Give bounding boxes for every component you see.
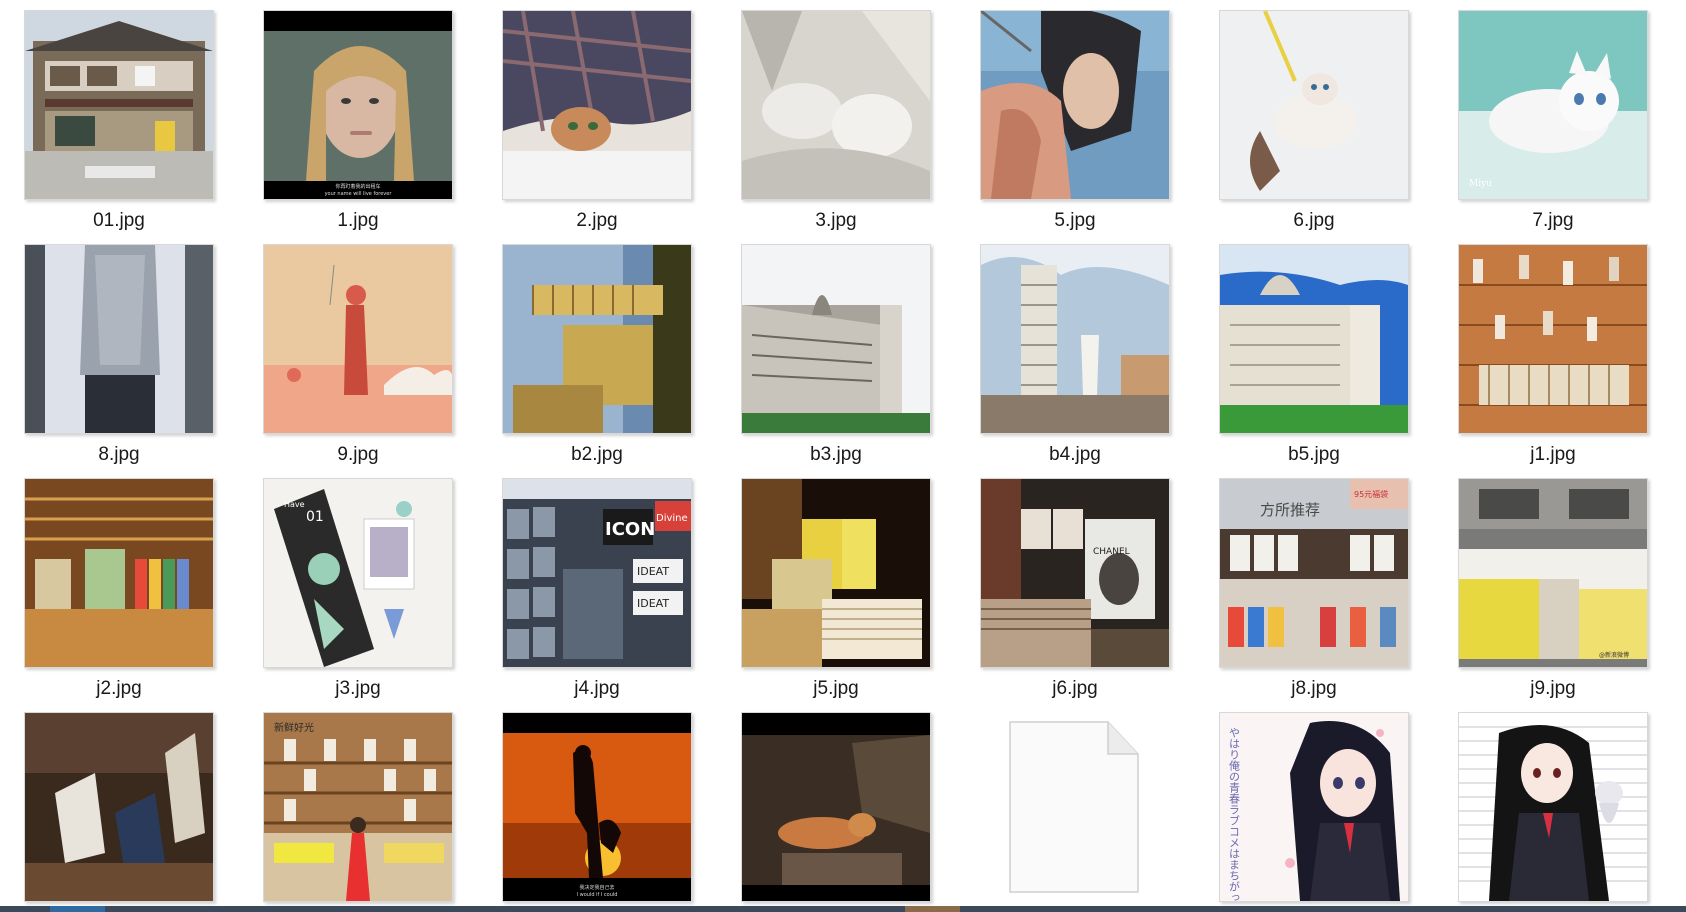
taskbar-strip	[0, 906, 1686, 912]
thumbnail	[24, 478, 214, 668]
book-title: CHANEL	[1093, 547, 1130, 557]
file-item[interactable]: j1.jpg	[1458, 244, 1648, 478]
file-item[interactable]: 新鲜好光	[263, 712, 453, 912]
file-item[interactable]: 01 Have j3.jpg	[263, 478, 453, 712]
thumbnail	[502, 10, 692, 200]
thumbnail: CHANEL	[980, 478, 1170, 668]
notebook-number: 01	[306, 509, 324, 525]
magazine-title: IDEAT	[637, 597, 669, 610]
file-name: j3.jpg	[335, 678, 381, 699]
subtitle-text: I would if I could	[577, 892, 618, 898]
thumbnail	[1458, 712, 1648, 902]
file-name: b2.jpg	[571, 444, 623, 465]
taskbar-segment	[50, 906, 105, 912]
thumbnail: Miyu	[1458, 10, 1648, 200]
file-name: j4.jpg	[574, 678, 620, 699]
thumbnail: やはり俺の青春ラブコメはまちがっている。	[1219, 712, 1409, 902]
banner-text: 方所推荐	[1260, 501, 1320, 519]
thumbnail	[24, 10, 214, 200]
file-item[interactable]: 01.jpg	[24, 10, 214, 244]
file-name: 6.jpg	[1293, 210, 1335, 231]
file-item[interactable]: b2.jpg	[502, 244, 692, 478]
file-grid: 01.jpg 你再盯着我的出租车 your name will live for…	[24, 10, 1664, 912]
thumbnail	[741, 478, 931, 668]
thumbnail	[24, 244, 214, 434]
file-item[interactable]	[24, 712, 214, 912]
thumbnail	[741, 10, 931, 200]
file-item[interactable]: j5.jpg	[741, 478, 931, 712]
thumbnail: @新浪微博	[1458, 478, 1648, 668]
file-item[interactable]: 2.jpg	[502, 10, 692, 244]
file-item[interactable]: 方所推荐 95元福袋 j8.jpg	[1219, 478, 1409, 712]
thumbnail: 01 Have	[263, 478, 453, 668]
thumbnail: 方所推荐 95元福袋	[1219, 478, 1409, 668]
file-name: 9.jpg	[337, 444, 379, 465]
blank-file-icon	[980, 712, 1168, 900]
file-item[interactable]: Miyu 7.jpg	[1458, 10, 1648, 244]
thumbnail	[1458, 244, 1648, 434]
file-name: j2.jpg	[96, 678, 142, 699]
thumbnail	[1219, 10, 1409, 200]
file-item[interactable]: 5.jpg	[980, 10, 1170, 244]
thumbnail	[263, 244, 453, 434]
file-item[interactable]: 9.jpg	[263, 244, 453, 478]
file-item[interactable]: ICON Divine IDEAT IDEAT j4.jpg	[502, 478, 692, 712]
file-name: 8.jpg	[98, 444, 140, 465]
thumbnail: 你再盯着我的出租车 your name will live forever	[263, 10, 453, 200]
file-item[interactable]	[741, 712, 931, 912]
thumbnail	[980, 10, 1170, 200]
file-explorer-view: 01.jpg 你再盯着我的出租车 your name will live for…	[0, 0, 1686, 912]
file-item[interactable]: 3.jpg	[741, 10, 931, 244]
file-item[interactable]: b3.jpg	[741, 244, 931, 478]
file-name: b5.jpg	[1288, 444, 1340, 465]
file-item[interactable]: 你再盯着我的出租车 your name will live forever 1.…	[263, 10, 453, 244]
banner-text: 95元福袋	[1354, 489, 1388, 499]
file-name: 3.jpg	[815, 210, 857, 231]
notebook-word: Have	[284, 500, 305, 509]
file-item[interactable]: CHANEL j6.jpg	[980, 478, 1170, 712]
file-name: j8.jpg	[1291, 678, 1337, 699]
file-item[interactable]: 6.jpg	[1219, 10, 1409, 244]
magazine-title: IDEAT	[637, 565, 669, 578]
thumbnail: ICON Divine IDEAT IDEAT	[502, 478, 692, 668]
magazine-title: ICON	[605, 519, 655, 540]
signature-text: Miyu	[1469, 179, 1492, 189]
file-name: 2.jpg	[576, 210, 618, 231]
cover-title: やはり俺の青春ラブコメはまちがっている。	[1228, 727, 1241, 901]
file-name: j1.jpg	[1530, 444, 1576, 465]
watermark-text: @新浪微博	[1599, 651, 1629, 659]
file-name: 7.jpg	[1532, 210, 1574, 231]
file-item[interactable]	[980, 712, 1170, 912]
subtitle-text: 我决定我自己去	[579, 884, 614, 891]
file-name: b4.jpg	[1049, 444, 1101, 465]
file-name: 5.jpg	[1054, 210, 1096, 231]
file-item[interactable]	[1458, 712, 1648, 912]
thumbnail	[1219, 244, 1409, 434]
file-item[interactable]: b4.jpg	[980, 244, 1170, 478]
file-item[interactable]: やはり俺の青春ラブコメはまちがっている。	[1219, 712, 1409, 912]
thumbnail	[980, 244, 1170, 434]
file-name: j9.jpg	[1530, 678, 1576, 699]
file-item[interactable]: @新浪微博 j9.jpg	[1458, 478, 1648, 712]
taskbar-segment	[905, 906, 960, 912]
file-item[interactable]: 8.jpg	[24, 244, 214, 478]
file-item[interactable]: j2.jpg	[24, 478, 214, 712]
file-name: b3.jpg	[810, 444, 862, 465]
thumbnail	[502, 244, 692, 434]
subtitle-text: 你再盯着我的出租车	[335, 183, 380, 190]
thumbnail: 新鲜好光	[263, 712, 453, 902]
file-name: 01.jpg	[93, 210, 145, 231]
subtitle-text: your name will live forever	[325, 191, 393, 197]
file-name: j6.jpg	[1052, 678, 1098, 699]
thumbnail	[741, 244, 931, 434]
thumbnail	[24, 712, 214, 902]
magazine-title: Divine	[656, 513, 688, 524]
file-item[interactable]: b5.jpg	[1219, 244, 1409, 478]
file-name: 1.jpg	[337, 210, 379, 231]
file-name: j5.jpg	[813, 678, 859, 699]
thumbnail	[741, 712, 931, 902]
store-sign: 新鲜好光	[274, 721, 314, 734]
thumbnail: 我决定我自己去 I would if I could	[502, 712, 692, 902]
file-item[interactable]: 我决定我自己去 I would if I could	[502, 712, 692, 912]
